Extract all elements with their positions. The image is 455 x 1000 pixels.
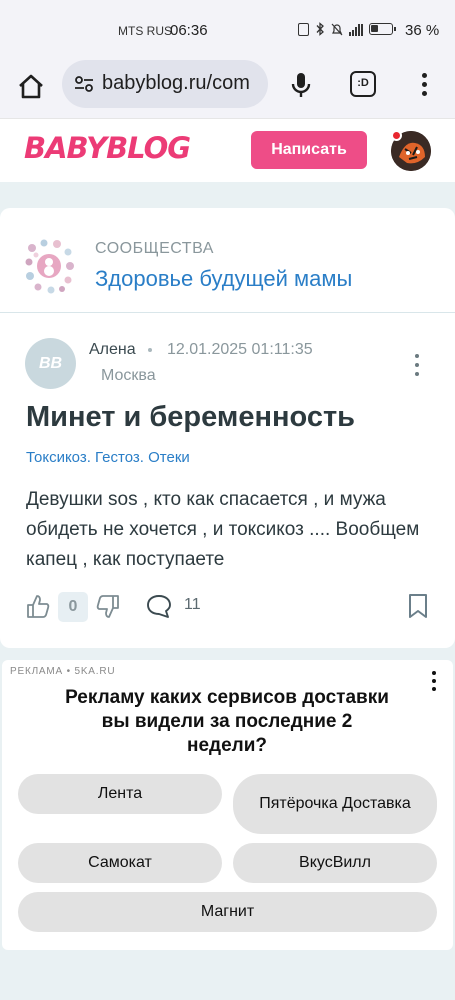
site-header: BABYBLOG Написать: [0, 118, 455, 182]
poll-option-vkusvill[interactable]: ВкусВилл: [233, 843, 437, 883]
home-icon[interactable]: [16, 72, 46, 102]
notification-dot: [391, 130, 402, 141]
ad-label: РЕКЛАМА • 5KA.RU: [10, 666, 116, 677]
url-text: babyblog.ru/com: [102, 72, 250, 94]
comment-count: 11: [184, 596, 201, 613]
post-tags-link[interactable]: Токсикоз. Гестоз. Отеки: [26, 449, 190, 466]
status-bar: MTS RUS 06:36 36 %: [0, 0, 455, 60]
site-settings-icon[interactable]: [74, 75, 94, 93]
status-icons: [298, 22, 396, 36]
community-card[interactable]: СООБЩЕСТВА Здоровье будущей мамы: [0, 208, 455, 312]
write-button[interactable]: Написать: [251, 131, 367, 169]
thumbs-down-icon[interactable]: [96, 594, 120, 620]
poll-option-samokat[interactable]: Самокат: [18, 843, 222, 883]
tab-switcher-button[interactable]: :D: [350, 71, 376, 97]
ad-menu-icon[interactable]: [428, 670, 440, 692]
bluetooth-icon: [316, 22, 324, 36]
poll-option-lenta[interactable]: Лента: [18, 774, 222, 814]
author-city: Москва: [101, 367, 156, 384]
ad-poll-card: РЕКЛАМА • 5KA.RU Рекламу каких сервисов …: [2, 660, 453, 950]
thumbs-up-icon[interactable]: [26, 593, 50, 619]
like-count: 0: [58, 592, 88, 622]
poll-option-magnit[interactable]: Магнит: [18, 892, 437, 932]
community-name-link[interactable]: Здоровье будущей мамы: [95, 266, 352, 292]
signal-icon: [349, 23, 363, 36]
post-menu-icon[interactable]: [410, 353, 424, 377]
author-name-link[interactable]: Алена: [89, 341, 136, 359]
comment-icon[interactable]: [146, 593, 172, 619]
community-section-label: СООБЩЕСТВА: [95, 240, 214, 257]
address-bar[interactable]: babyblog.ru/com: [62, 60, 268, 108]
post-title: Минет и беременность: [26, 401, 355, 433]
poll-question: Рекламу каких сервисов доставки вы видел…: [65, 687, 389, 756]
browser-menu-icon[interactable]: [414, 70, 434, 100]
community-logo-icon: [25, 239, 74, 294]
nfc-icon: [298, 22, 309, 36]
post-card: BB Алена 12.01.2025 01:11:35 Москва Мине…: [0, 312, 455, 648]
site-logo[interactable]: BABYBLOG: [24, 131, 191, 165]
author-avatar[interactable]: BB: [25, 338, 76, 389]
meta-separator: [148, 348, 152, 352]
carrier-label: MTS RUS: [118, 24, 172, 38]
browser-toolbar: babyblog.ru/com :D: [0, 60, 455, 118]
post-actions: 0 11: [26, 591, 436, 625]
clock: 06:36: [170, 22, 208, 39]
battery-percent: 36 %: [405, 22, 440, 39]
battery-icon: [369, 23, 396, 35]
poll-option-pyaterochka[interactable]: Пятёрочка Доставка: [233, 774, 437, 834]
post-date: 12.01.2025 01:11:35: [167, 341, 313, 358]
bookmark-icon[interactable]: [407, 593, 429, 619]
microphone-icon[interactable]: [286, 70, 316, 100]
muted-bell-icon: [331, 23, 343, 35]
post-body: Девушки sos , кто как спасается , и мужа…: [26, 489, 420, 570]
